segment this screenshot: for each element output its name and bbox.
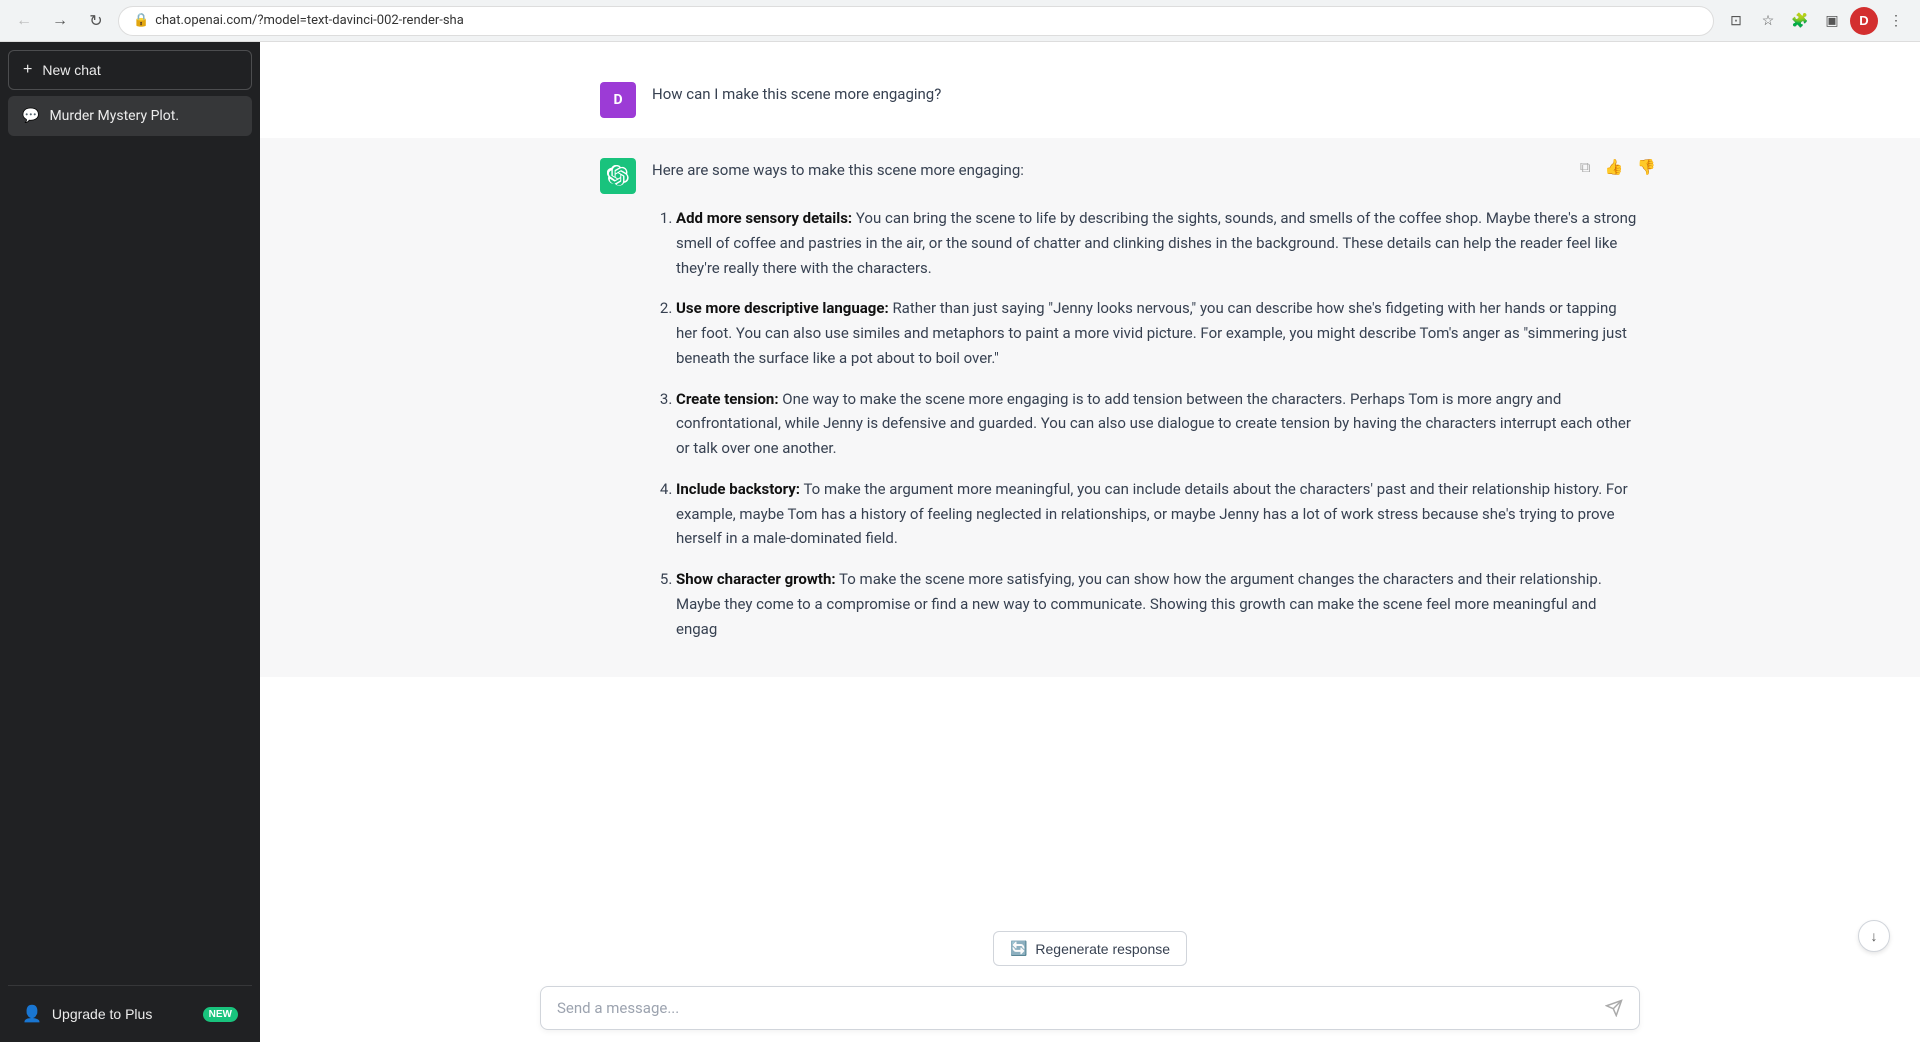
- regenerate-area: 🔄 Regenerate response: [260, 931, 1920, 966]
- upgrade-label: Upgrade to Plus: [52, 1006, 152, 1022]
- regenerate-icon: 🔄: [1010, 940, 1027, 957]
- regenerate-button[interactable]: 🔄 Regenerate response: [993, 931, 1187, 966]
- sidebar: + New chat 💬 Murder Mystery Plot. ✏ 🗑 👤 …: [0, 42, 260, 1042]
- sidebar-footer: 👤 Upgrade to Plus NEW: [8, 985, 252, 1034]
- copy-button[interactable]: ⧉: [1576, 154, 1595, 180]
- profile-button[interactable]: D: [1850, 7, 1878, 35]
- tip-1: Add more sensory details: You can bring …: [676, 206, 1640, 280]
- address-bar[interactable]: 🔒 chat.openai.com/?model=text-davinci-00…: [118, 6, 1714, 36]
- tip-3-body: One way to make the scene more engaging …: [676, 390, 1631, 458]
- tip-4-label: Include backstory:: [676, 480, 800, 498]
- bottom-area: 🔄 Regenerate response ↓: [260, 931, 1920, 1042]
- send-button[interactable]: [1605, 999, 1623, 1017]
- assistant-message: Here are some ways to make this scene mo…: [260, 138, 1920, 677]
- sidebar-button[interactable]: ▣: [1818, 7, 1846, 35]
- tips-list: Add more sensory details: You can bring …: [652, 206, 1640, 641]
- bottom-bar: [260, 974, 1920, 1042]
- thumbs-down-button[interactable]: 👎: [1633, 154, 1660, 180]
- tip-3-label: Create tension:: [676, 390, 779, 408]
- assistant-avatar: [600, 158, 636, 194]
- extensions-button[interactable]: 🧩: [1786, 7, 1814, 35]
- edit-chat-button[interactable]: ✏: [191, 106, 210, 126]
- chat-messages: D How can I make this scene more engagin…: [260, 42, 1920, 931]
- regenerate-label: Regenerate response: [1035, 941, 1170, 957]
- tip-4-body: To make the argument more meaningful, yo…: [676, 480, 1628, 548]
- chat-bubble-icon: 💬: [22, 108, 39, 124]
- tip-5-label: Show character growth:: [676, 570, 836, 588]
- bookmark-button[interactable]: ☆: [1754, 7, 1782, 35]
- message-input[interactable]: [557, 999, 1605, 1017]
- url-text: chat.openai.com/?model=text-davinci-002-…: [155, 13, 1699, 28]
- assistant-intro-text: Here are some ways to make this scene mo…: [652, 158, 1640, 641]
- browser-actions: ⊡ ☆ 🧩 ▣ D ⋮: [1722, 7, 1910, 35]
- tip-2: Use more descriptive language: Rather th…: [676, 296, 1640, 370]
- new-badge: NEW: [203, 1007, 238, 1022]
- reload-button[interactable]: ↻: [82, 7, 110, 35]
- user-message-body: How can I make this scene more engaging?: [652, 82, 1640, 118]
- tip-3: Create tension: One way to make the scen…: [676, 387, 1640, 461]
- forward-button[interactable]: →: [46, 7, 74, 35]
- tip-2-label: Use more descriptive language:: [676, 299, 889, 317]
- assistant-intro: Here are some ways to make this scene mo…: [652, 158, 1640, 182]
- new-chat-label: New chat: [42, 62, 100, 78]
- delete-chat-button[interactable]: 🗑: [213, 106, 238, 126]
- tip-1-label: Add more sensory details:: [676, 209, 852, 227]
- user-avatar: D: [600, 82, 636, 118]
- user-icon: 👤: [22, 1004, 42, 1024]
- browser-chrome: ← → ↻ 🔒 chat.openai.com/?model=text-davi…: [0, 0, 1920, 42]
- tip-5: Show character growth: To make the scene…: [676, 567, 1640, 641]
- input-wrapper: [540, 986, 1640, 1030]
- upgrade-button[interactable]: 👤 Upgrade to Plus NEW: [8, 994, 252, 1034]
- tip-4: Include backstory: To make the argument …: [676, 477, 1640, 551]
- thumbs-up-button[interactable]: 👍: [1601, 154, 1628, 180]
- assistant-message-body: Here are some ways to make this scene mo…: [652, 158, 1640, 657]
- chat-item-murder-mystery[interactable]: 💬 Murder Mystery Plot. ✏ 🗑: [8, 96, 252, 136]
- app-container: + New chat 💬 Murder Mystery Plot. ✏ 🗑 👤 …: [0, 42, 1920, 1042]
- chat-title: Murder Mystery Plot.: [49, 108, 180, 124]
- new-chat-button[interactable]: + New chat: [8, 50, 252, 90]
- user-message: D How can I make this scene more engagin…: [260, 62, 1920, 138]
- plus-icon: +: [23, 61, 32, 79]
- chat-list: 💬 Murder Mystery Plot. ✏ 🗑: [8, 96, 252, 977]
- main-content: D How can I make this scene more engagin…: [260, 42, 1920, 1042]
- user-message-text: How can I make this scene more engaging?: [652, 82, 1640, 106]
- back-button[interactable]: ←: [10, 7, 38, 35]
- menu-button[interactable]: ⋮: [1882, 7, 1910, 35]
- scroll-bottom-button[interactable]: ↓: [1858, 920, 1890, 952]
- assistant-message-actions: ⧉ 👍 👎: [1576, 154, 1660, 180]
- cast-button[interactable]: ⊡: [1722, 7, 1750, 35]
